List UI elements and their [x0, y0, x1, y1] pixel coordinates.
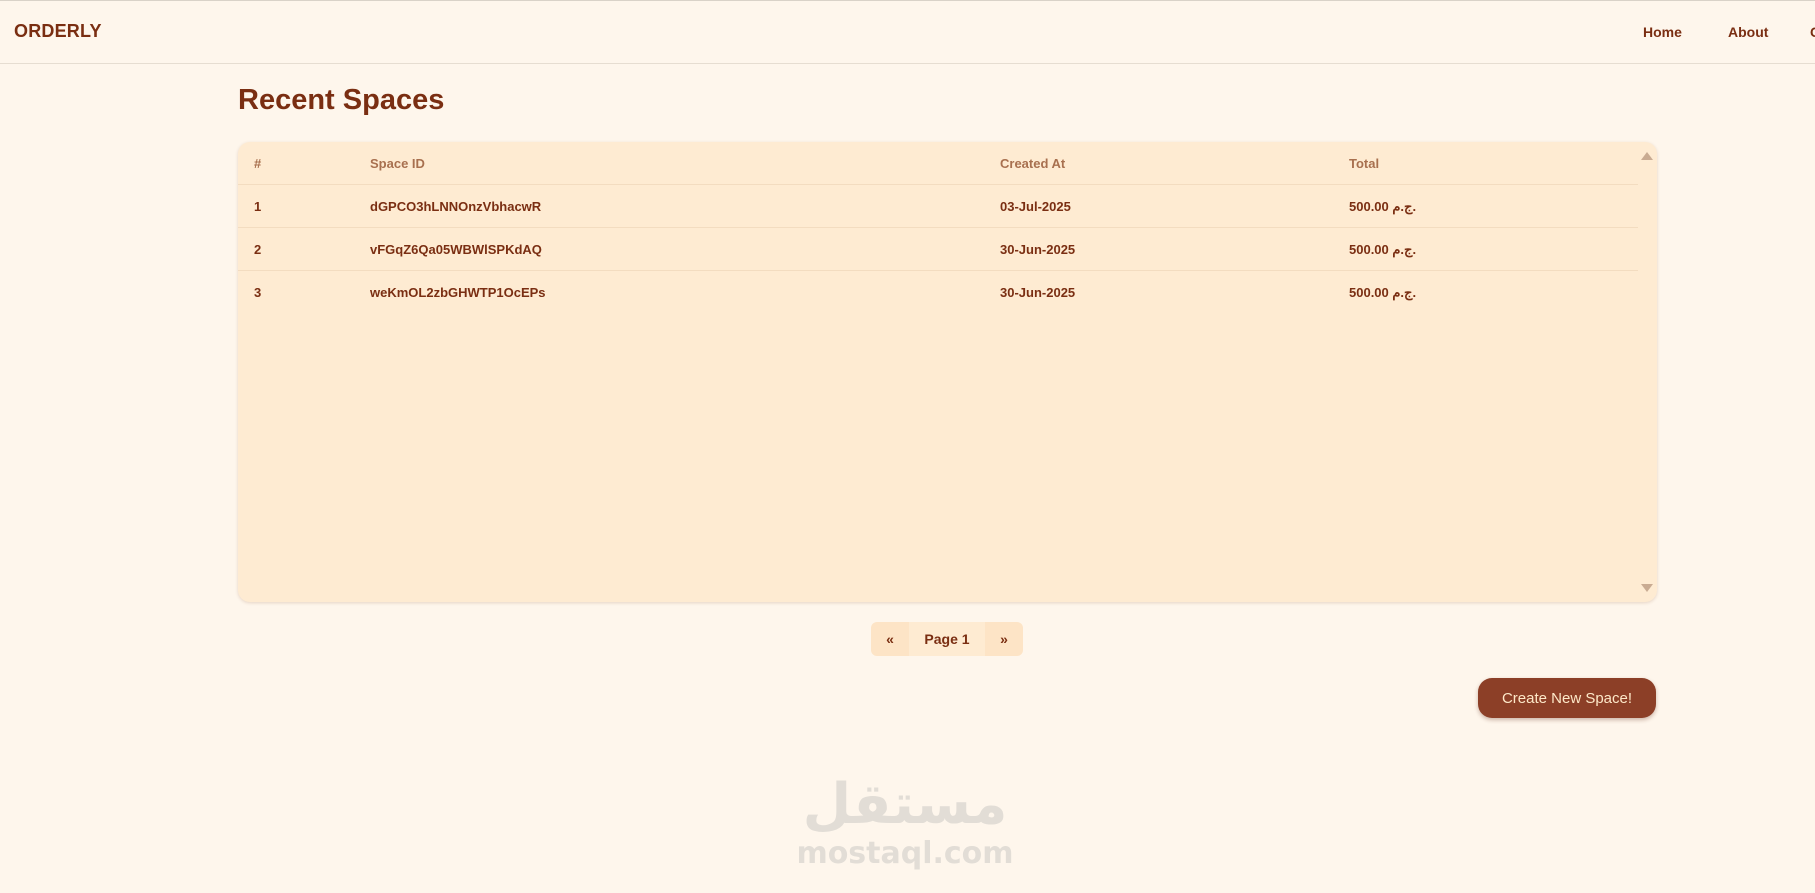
column-header-created-at: Created At	[1000, 156, 1066, 171]
column-header-total: Total	[1349, 156, 1380, 171]
page-title: Recent Spaces	[238, 84, 445, 116]
watermark-latin-text: mostaql.com	[796, 836, 1014, 871]
scroll-down-arrow-icon[interactable]	[1641, 584, 1653, 592]
next-page-button[interactable]: »	[985, 622, 1023, 656]
watermark-arabic-text: مستقل	[802, 772, 1008, 837]
row-space-id: vFGqZ6Qa05WBWlSPKdAQ	[370, 242, 542, 257]
row-total: 500.00 ج.م.	[1349, 285, 1417, 300]
row-total: 500.00 ج.م.	[1349, 199, 1417, 214]
table-row[interactable]: 2 vFGqZ6Qa05WBWlSPKdAQ 30-Jun-2025 500.0…	[238, 228, 1638, 271]
row-space-id: dGPCO3hLNNOnzVbhacwR	[370, 199, 542, 214]
column-header-space-id: Space ID	[370, 156, 425, 171]
table-row[interactable]: 1 dGPCO3hLNNOnzVbhacwR 03-Jul-2025 500.0…	[238, 185, 1638, 228]
scroll-up-arrow-icon[interactable]	[1641, 152, 1653, 160]
row-created-at: 30-Jun-2025	[1000, 242, 1076, 257]
page-indicator: Page 1	[909, 622, 985, 656]
row-index: 3	[254, 285, 262, 300]
row-space-id: weKmOL2zbGHWTP1OcEPs	[370, 285, 546, 300]
row-index: 1	[254, 199, 262, 214]
row-index: 2	[254, 242, 262, 257]
row-created-at: 03-Jul-2025	[1000, 199, 1071, 214]
column-header-index: #	[254, 156, 262, 171]
pagination: « Page 1 »	[871, 622, 1023, 656]
nav-about-link[interactable]: About	[1728, 24, 1768, 40]
spaces-table: # Space ID Created At Total 1 dGPCO3hLNN…	[238, 142, 1657, 602]
top-navbar: ORDERLY Home About C	[0, 0, 1815, 64]
row-total: 500.00 ج.م.	[1349, 242, 1417, 257]
table-header-row: # Space ID Created At Total	[238, 142, 1638, 185]
table-body: # Space ID Created At Total 1 dGPCO3hLNN…	[238, 142, 1638, 314]
brand-logo[interactable]: ORDERLY	[14, 21, 102, 42]
previous-page-button[interactable]: «	[871, 622, 909, 656]
nav-home-link[interactable]: Home	[1643, 24, 1682, 40]
row-created-at: 30-Jun-2025	[1000, 285, 1076, 300]
table-row[interactable]: 3 weKmOL2zbGHWTP1OcEPs 30-Jun-2025 500.0…	[238, 271, 1638, 314]
mostaql-watermark: مستقل mostaql.com	[790, 772, 1020, 872]
create-new-space-button[interactable]: Create New Space!	[1478, 678, 1656, 718]
nav-contact-link[interactable]: C	[1810, 24, 1815, 40]
